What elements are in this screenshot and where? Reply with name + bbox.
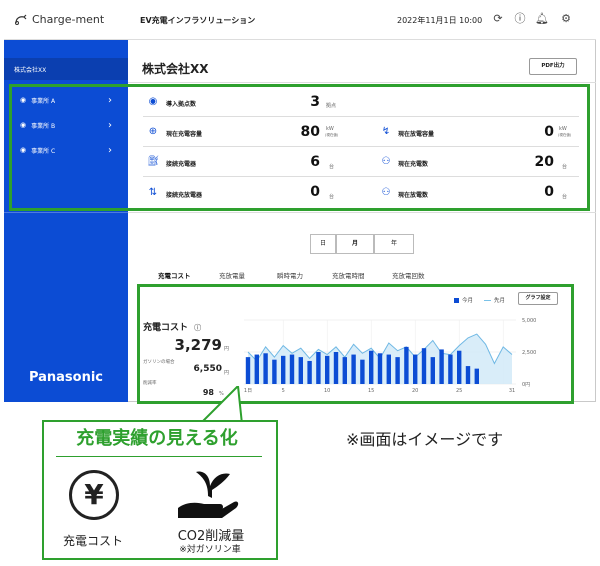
tab-charge-amount[interactable]: 充放電量 — [219, 270, 245, 280]
period-month-button[interactable]: 月 — [336, 234, 374, 254]
image-note: ※画面はイメージです — [346, 430, 504, 449]
period-day-button[interactable]: 日 — [310, 234, 336, 254]
tab-instant-power[interactable]: 瞬時電力 — [277, 270, 303, 280]
app-title: EV充電インフラソリューション — [140, 16, 256, 25]
bell-icon[interactable]: 🔔︎ — [535, 12, 549, 26]
sidebar-divider — [4, 212, 128, 213]
stats-highlight-box — [9, 84, 590, 211]
tab-charge-cost[interactable]: 充電コスト — [158, 270, 191, 280]
page-title: 株式会社XX — [142, 62, 209, 76]
sprout-hand-icon — [178, 471, 239, 518]
divider — [128, 82, 596, 83]
refresh-icon[interactable]: ⟳ — [491, 12, 505, 26]
callout-item-co2-note: ※対ガソリン車 — [179, 545, 241, 555]
yen-icon: ¥ — [69, 470, 119, 520]
tab-charge-count[interactable]: 充放電回数 — [392, 270, 425, 280]
sidebar-company[interactable]: 株式会社XX — [4, 58, 128, 80]
divider — [128, 212, 596, 213]
panasonic-logo: Panasonic — [28, 370, 104, 385]
settings-gear-icon[interactable]: ⚙ — [559, 12, 573, 26]
plug-icon — [15, 14, 27, 25]
logo-text: Charge-ment — [32, 13, 105, 26]
callout-item-cost: 充電コスト — [62, 534, 123, 548]
period-year-button[interactable]: 年 — [374, 234, 414, 254]
datetime: 2022年11月1日 10:00 — [397, 16, 483, 25]
help-icon[interactable]: ⓘ — [513, 12, 527, 26]
callout-divider — [56, 456, 262, 457]
pdf-export-button[interactable]: PDF出力 — [529, 58, 577, 75]
callout-heading: 充電実績の見える化 — [76, 428, 238, 449]
tab-charge-time[interactable]: 充放電時間 — [332, 270, 365, 280]
app-logo[interactable]: Charge-ment — [14, 13, 104, 26]
